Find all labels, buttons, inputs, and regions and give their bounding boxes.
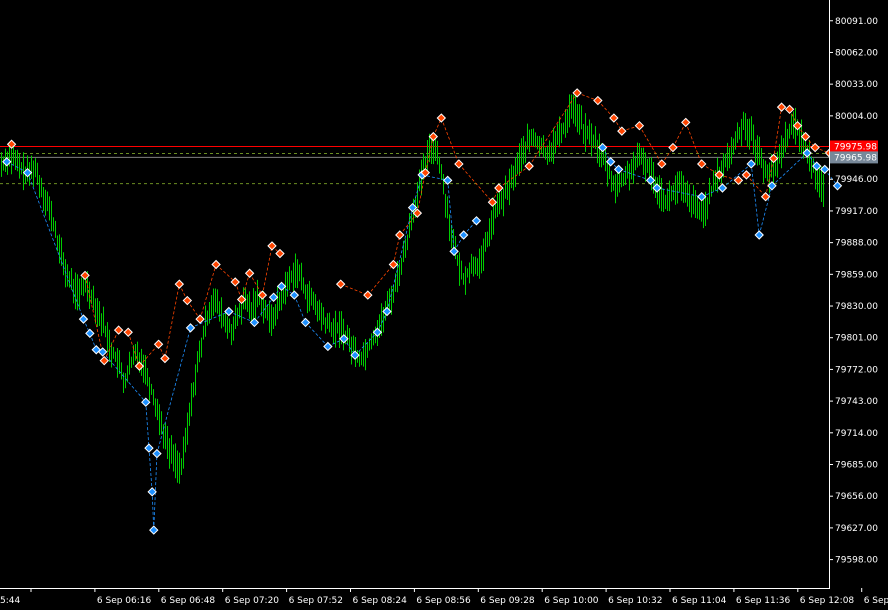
time-tick-label: 6 Sep 08:56 — [416, 596, 471, 606]
time-tick-label: 6 Sep 08:24 — [353, 596, 408, 606]
time-tick-label: 6 Sep 06:48 — [161, 596, 216, 606]
price-tick-label: 79830.00 — [835, 302, 878, 312]
price-tick-label: 79598.00 — [835, 556, 878, 566]
time-tick-label: 6 Sep 12:40 — [864, 596, 888, 606]
time-tick-label: 6 Sep 07:20 — [225, 596, 280, 606]
ask-price-label: 79975.98 — [834, 142, 877, 152]
chart-background — [0, 0, 888, 610]
price-tick-label: 79917.00 — [835, 207, 878, 217]
price-tick-label: 79772.00 — [835, 365, 878, 375]
time-tick-label: 6 Sep 09:28 — [480, 596, 535, 606]
price-tick-label: 79656.00 — [835, 492, 878, 502]
price-chart[interactable]: 80091.0080062.0080033.0080004.0079975.00… — [0, 0, 888, 610]
price-tags: 79975.98 79965.98 — [830, 140, 878, 164]
price-tick-label: 79627.00 — [835, 524, 878, 534]
time-tick-label: 6 Sep 06:16 — [97, 596, 152, 606]
time-tick-label: 5:44 — [0, 596, 20, 606]
time-tick-label: 6 Sep 10:00 — [544, 596, 599, 606]
price-tick-label: 79888.00 — [835, 239, 878, 249]
time-tick-label: 6 Sep 07:52 — [289, 596, 343, 606]
price-tick-label: 79743.00 — [835, 397, 878, 407]
price-tick-label: 79714.00 — [835, 429, 878, 439]
price-tick-label: 80033.00 — [835, 80, 878, 90]
price-tick-label: 79859.00 — [835, 270, 878, 280]
time-tick-label: 6 Sep 11:36 — [736, 596, 791, 606]
price-tick-label: 80062.00 — [835, 48, 878, 58]
price-tick-label: 79801.00 — [835, 334, 878, 344]
time-tick-label: 6 Sep 12:08 — [800, 596, 855, 606]
time-tick-label: 6 Sep 11:04 — [672, 596, 727, 606]
price-tick-label: 80091.00 — [835, 17, 878, 27]
price-tick-label: 79946.00 — [835, 175, 878, 185]
price-tick-label: 80004.00 — [835, 112, 878, 122]
price-tick-label: 79685.00 — [835, 460, 878, 470]
time-tick-label: 6 Sep 10:32 — [608, 596, 662, 606]
bid-price-label: 79965.98 — [834, 153, 877, 163]
